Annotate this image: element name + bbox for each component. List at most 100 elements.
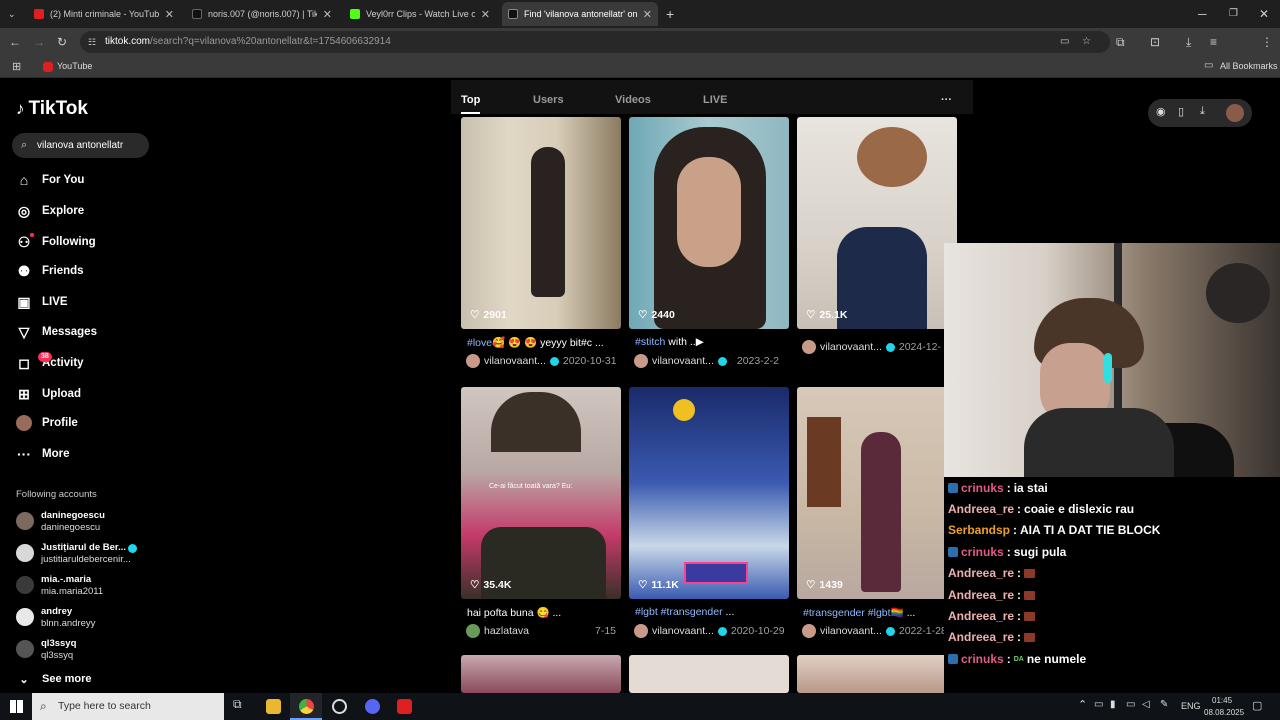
following-account[interactable]: mia.-.maria mia.maria2011 xyxy=(16,572,156,600)
user-avatar[interactable] xyxy=(1226,104,1244,122)
author-name[interactable]: vilanovaant... xyxy=(652,625,714,637)
url-bar[interactable]: ☷ tiktok.com/search?q=vilanova%20antonel… xyxy=(80,31,1110,53)
obs-icon[interactable] xyxy=(332,699,347,714)
site-info-icon[interactable]: ☷ xyxy=(88,31,96,53)
nav-activity[interactable]: ◻ Activity 38 xyxy=(16,352,156,374)
tab-live[interactable]: LIVE xyxy=(703,94,727,106)
author-avatar[interactable] xyxy=(634,354,648,368)
author-avatar[interactable] xyxy=(466,624,480,638)
taskbar-search-input[interactable]: ⌕ Type here to search xyxy=(32,693,224,720)
close-window-button[interactable]: ✕ xyxy=(1259,0,1269,28)
nav-more[interactable]: ··· More xyxy=(16,443,156,465)
video-thumbnail[interactable] xyxy=(461,117,621,329)
reload-icon[interactable]: ↻ xyxy=(57,28,67,56)
clock-date[interactable]: 08.08.2025 xyxy=(1204,708,1244,717)
task-view-icon[interactable]: ⧉ xyxy=(233,697,242,712)
file-explorer-icon[interactable] xyxy=(266,699,281,714)
forward-icon[interactable]: → xyxy=(33,28,45,56)
pen-icon[interactable]: ✎ xyxy=(1160,699,1168,710)
more-options-icon[interactable]: ··· xyxy=(941,94,952,106)
browser-tab-youtube[interactable]: (2) Minti criminale - YouTube ✕ xyxy=(28,2,180,26)
close-tab-icon[interactable]: ✕ xyxy=(323,8,332,21)
hashtag[interactable]: #love xyxy=(467,337,492,349)
browser-tab-kick[interactable]: Veyl0rr Clips - Watch Live on K ✕ xyxy=(344,2,496,26)
restore-button[interactable]: ❐ xyxy=(1229,0,1238,28)
following-account[interactable]: andrey blnn.andreyy xyxy=(16,604,156,632)
nav-messages[interactable]: ▽ Messages xyxy=(16,321,156,343)
video-caption[interactable]: #lgbt #transgender ... xyxy=(635,606,787,618)
cast-icon[interactable]: ▭ xyxy=(1060,31,1069,53)
tiktok-logo[interactable]: ♪ TikTok xyxy=(16,98,88,120)
network-icon[interactable]: ▭ xyxy=(1094,699,1103,710)
volume-icon[interactable]: ◁ xyxy=(1142,699,1150,710)
coins-icon[interactable]: ◉ xyxy=(1156,105,1166,118)
close-tab-icon[interactable]: ✕ xyxy=(165,8,174,21)
nav-upload[interactable]: ⊞ Upload xyxy=(16,383,156,405)
video-caption[interactable]: #love🥰 😍 😍 yeyyy bit#c ... xyxy=(467,336,619,349)
author-name[interactable]: vilanovaant... xyxy=(820,341,882,353)
hashtag[interactable]: #transgender #lgbt xyxy=(803,607,891,619)
nav-profile[interactable]: Profile xyxy=(16,412,156,434)
nav-live[interactable]: ▣ LIVE xyxy=(16,291,156,313)
video-caption[interactable]: hai pofta buna 😋 ... xyxy=(467,606,619,619)
extensions-icon[interactable]: ⧉ xyxy=(1116,28,1125,56)
video-thumbnail[interactable] xyxy=(629,387,789,599)
close-tab-icon[interactable]: ✕ xyxy=(643,8,652,21)
see-more-button[interactable]: ⌄ See more xyxy=(16,668,156,690)
following-account[interactable]: daninegoescu daninegoescu xyxy=(16,508,156,536)
tab-videos[interactable]: Videos xyxy=(615,94,651,106)
close-tab-icon[interactable]: ✕ xyxy=(481,8,490,21)
microphone-icon[interactable]: ▮ xyxy=(1110,699,1116,710)
new-tab-button[interactable]: + xyxy=(666,0,674,28)
download-icon[interactable]: ⤓ xyxy=(1186,28,1191,56)
author-name[interactable]: vilanovaant... xyxy=(484,355,546,367)
video-thumbnail[interactable] xyxy=(797,387,957,599)
following-account[interactable]: ql3ssyq ql3ssyq xyxy=(16,636,156,664)
device-icon[interactable]: ▯ xyxy=(1178,105,1184,118)
author-name[interactable]: hazlatava xyxy=(484,625,529,637)
video-thumbnail[interactable] xyxy=(797,655,957,693)
discord-icon[interactable] xyxy=(365,699,380,714)
hashtag[interactable]: #stitch xyxy=(635,336,665,348)
nav-friends[interactable]: ⚉ Friends xyxy=(16,260,156,282)
search-input[interactable]: ⌕ vilanova antonellatr xyxy=(12,133,149,158)
author-avatar[interactable] xyxy=(634,624,648,638)
video-thumbnail[interactable]: Ce-ai făcut toată vara? Eu: xyxy=(461,387,621,599)
apps-grid-icon[interactable]: ⊞ xyxy=(12,60,21,73)
nav-following[interactable]: ⚇ Following xyxy=(16,231,156,253)
chevron-up-icon[interactable]: ⌃ xyxy=(1078,698,1087,711)
screenshot-icon[interactable]: ⊡ xyxy=(1150,28,1160,56)
minimize-button[interactable]: ─ xyxy=(1198,0,1207,28)
tab-top[interactable]: Top xyxy=(461,94,480,106)
author-avatar[interactable] xyxy=(802,624,816,638)
video-thumbnail[interactable] xyxy=(797,117,957,329)
media-player-icon[interactable] xyxy=(397,699,412,714)
author-name[interactable]: vilanovaant... xyxy=(820,625,882,637)
video-thumbnail[interactable] xyxy=(629,117,789,329)
video-caption[interactable]: #stitch with ..▶ xyxy=(635,336,787,348)
author-avatar[interactable] xyxy=(802,340,816,354)
hashtag[interactable]: #lgbt #transgender xyxy=(635,606,723,618)
following-account[interactable]: Justițiarul de Ber... justitiaruldebercen… xyxy=(16,540,156,568)
bookmark-youtube[interactable]: YouTube xyxy=(57,61,92,71)
reading-list-icon[interactable]: ≡ xyxy=(1210,28,1217,56)
back-icon[interactable]: ← xyxy=(9,28,21,56)
nav-explore[interactable]: ◎ Explore xyxy=(16,200,156,222)
tab-users[interactable]: Users xyxy=(533,94,564,106)
video-thumbnail[interactable] xyxy=(629,655,789,693)
browser-tab-tiktok-noris[interactable]: noris.007 (@noris.007) | TikTok ✕ xyxy=(186,2,338,26)
video-thumbnail[interactable] xyxy=(461,655,621,693)
windows-start-icon[interactable] xyxy=(10,700,23,713)
bookmark-star-icon[interactable]: ☆ xyxy=(1082,31,1091,53)
browser-tab-tiktok-search[interactable]: Find 'vilanova antonellatr' on Ti ✕ xyxy=(502,2,658,26)
all-bookmarks-link[interactable]: All Bookmarks xyxy=(1220,61,1278,71)
menu-kebab-icon[interactable]: ⋮ xyxy=(1261,28,1273,56)
notifications-icon[interactable]: ▢ xyxy=(1252,699,1262,712)
author-avatar[interactable] xyxy=(466,354,480,368)
video-caption[interactable]: #transgender #lgbt🏳️‍🌈 ... xyxy=(803,606,955,619)
nav-for-you[interactable]: ⌂ For You xyxy=(16,169,156,191)
tab-search-icon[interactable]: ⌄ xyxy=(8,0,16,28)
download-app-icon[interactable]: ⤓ xyxy=(1200,105,1205,118)
language-indicator[interactable]: ENG xyxy=(1181,701,1201,711)
clock-time[interactable]: 01:45 xyxy=(1212,696,1232,705)
